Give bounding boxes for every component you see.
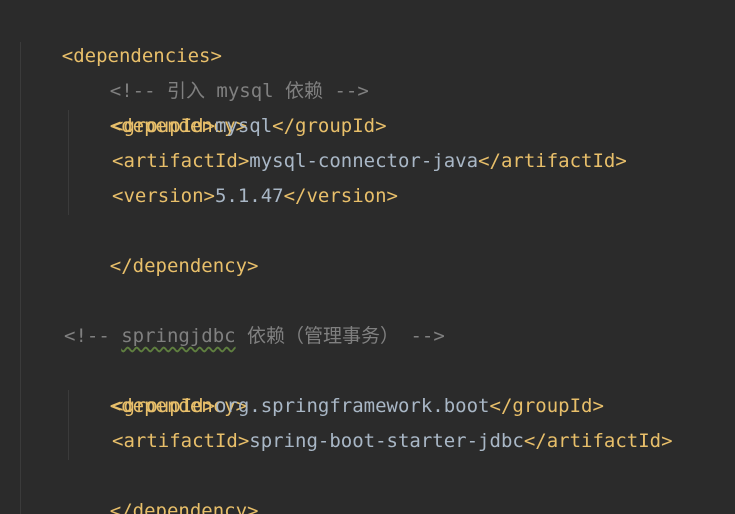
code-line: <dependency>: [64, 354, 247, 417]
indent-guide: [20, 42, 21, 514]
xml-tag: <version>: [112, 185, 215, 207]
code-line: <version>5.1.47</version>: [112, 179, 398, 214]
code-line: <artifactId>spring-boot-starter-jdbc</ar…: [112, 424, 673, 459]
xml-tag: <groupId>: [112, 395, 215, 417]
xml-comment: 依赖（管理事务） -->: [235, 325, 445, 347]
xml-tag: </groupId>: [489, 395, 604, 417]
xml-tag: <artifactId>: [112, 430, 250, 452]
xml-value: mysql: [214, 115, 273, 137]
xml-value: 5.1.47: [214, 185, 284, 207]
xml-tag: </dependency>: [109, 255, 259, 277]
xml-tag: </dependency>: [109, 500, 259, 514]
xml-tag: </groupId>: [272, 115, 387, 137]
code-line: </dependency>: [64, 459, 259, 514]
xml-value: org.springframework.boot: [214, 395, 490, 417]
xml-tag: </artifactId>: [523, 430, 673, 452]
code-line: <dependency>: [64, 74, 247, 137]
spellcheck-word: springjdbc: [121, 325, 236, 347]
xml-value: spring-boot-starter-jdbc: [249, 430, 524, 452]
code-line: <groupId>mysql</groupId>: [112, 109, 387, 144]
code-line: <groupId>org.springframework.boot</group…: [112, 389, 604, 424]
xml-value: mysql-connector-java: [249, 150, 479, 172]
xml-tag: <artifactId>: [112, 150, 250, 172]
xml-tag: </artifactId>: [478, 150, 627, 172]
code-editor[interactable]: <dependencies> <!-- 引入 mysql 依赖 --> <dep…: [0, 0, 735, 514]
code-line: <artifactId>mysql-connector-java</artifa…: [112, 144, 627, 179]
xml-tag: </version>: [283, 185, 398, 207]
code-line: <dependencies>: [16, 4, 222, 67]
code-line: <!-- springjdbc 依赖（管理事务） -->: [64, 319, 445, 354]
code-line: </dependency>: [64, 214, 259, 277]
xml-tag: <groupId>: [112, 115, 215, 137]
xml-comment: <!--: [64, 325, 122, 347]
code-line: <!-- 引入 mysql 依赖 -->: [64, 39, 369, 102]
